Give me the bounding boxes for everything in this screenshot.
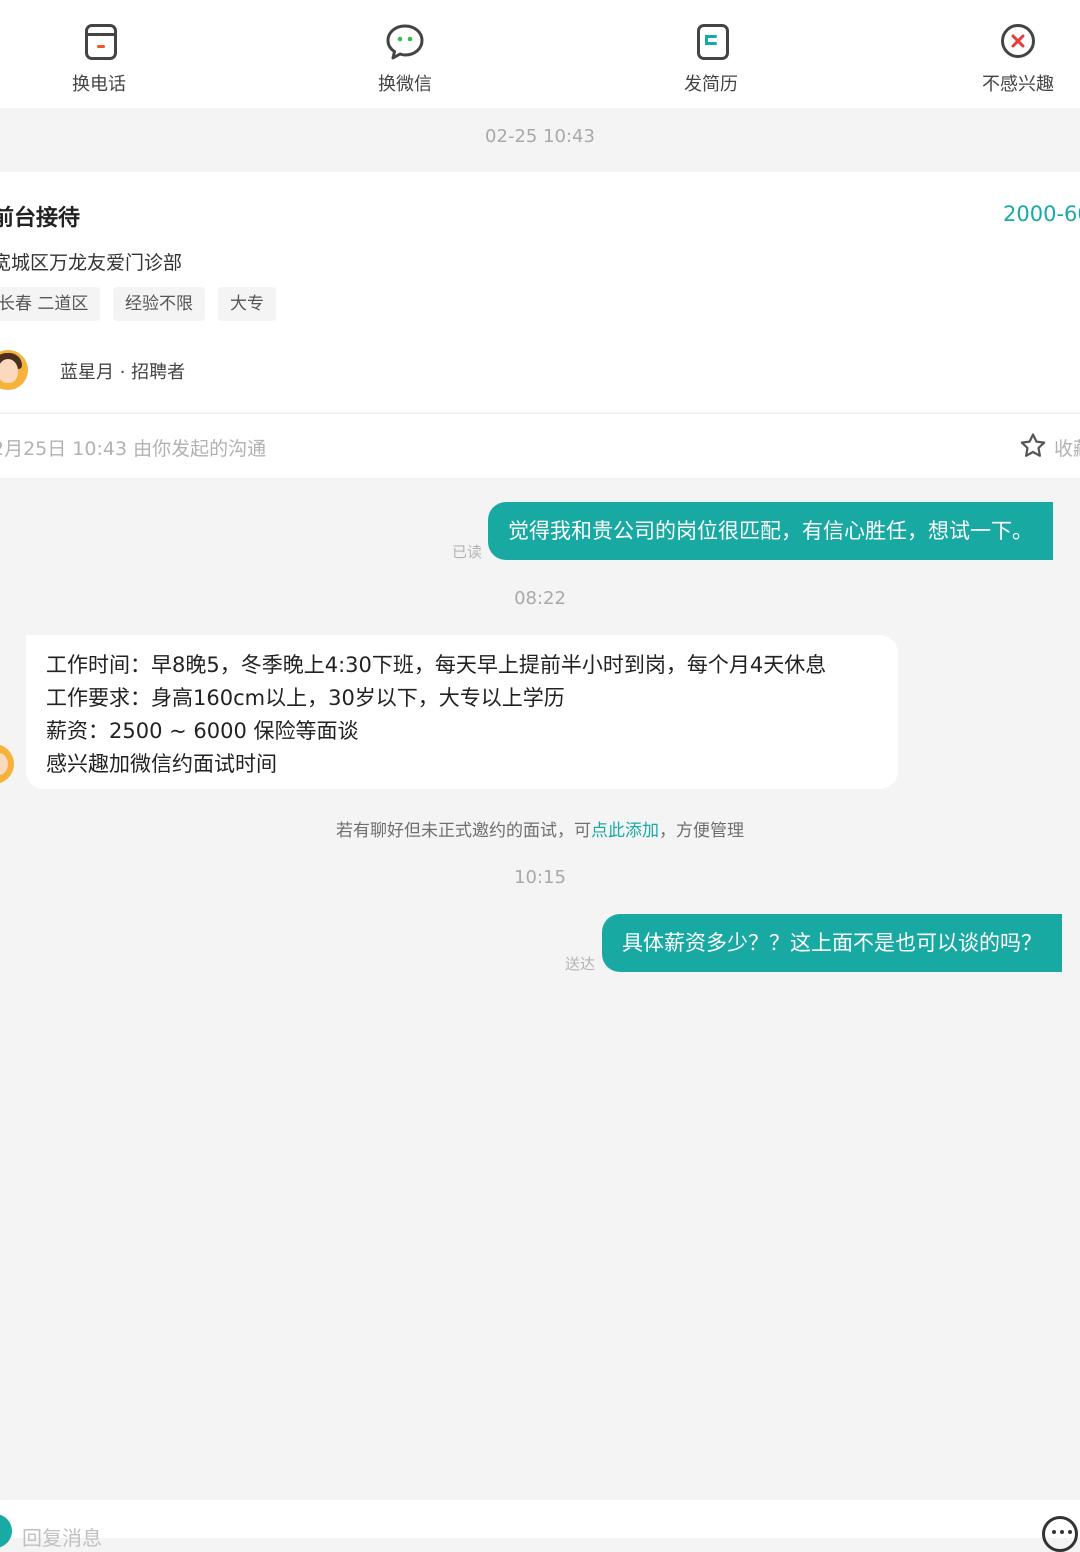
send-resume-button[interactable]: 发简历	[641, 22, 781, 96]
more-icon[interactable]	[1042, 1516, 1078, 1552]
job-tag-education: 大专	[218, 287, 276, 321]
recruiter-name: 蓝星月 · 招聘者	[60, 362, 186, 383]
job-title: 前台接待	[0, 206, 81, 231]
add-interview-link[interactable]: 点此添加	[591, 821, 659, 841]
not-interested-icon	[998, 22, 1038, 62]
action-bar: 换电话 换微信 发简历 不感兴趣	[0, 0, 1080, 108]
job-tag-experience: 经验不限	[113, 287, 205, 321]
sent-message-bubble[interactable]: 具体薪资多少？？这上面不是也可以谈的吗？	[602, 914, 1062, 972]
conversation-info-bar: 2月25日 10:43 由你发起的沟通 收藏	[0, 413, 1080, 478]
change-phone-label: 换电话	[72, 74, 126, 95]
change-wechat-button[interactable]: 换微信	[335, 22, 475, 96]
recruiter-avatar-small[interactable]	[0, 744, 14, 784]
message-line: 感兴趣加微信约面试时间	[46, 752, 277, 776]
message-line: 工作时间：早8晚5，冬季晚上4:30下班，每天早上提前半小时到岗，每个月4天休息	[46, 653, 827, 677]
change-wechat-label: 换微信	[378, 74, 432, 95]
job-tag-location: 长春 二道区	[0, 287, 101, 321]
resume-icon	[691, 22, 731, 62]
reply-input[interactable]: 回复消息	[22, 1522, 102, 1551]
job-company: 宽城区万龙友爱门诊部	[0, 252, 183, 274]
star-icon[interactable]	[1019, 432, 1047, 460]
wechat-icon	[385, 22, 425, 62]
sent-message-bubble[interactable]: 觉得我和贵公司的岗位很匹配，有信心胜任，想试一下。	[488, 502, 1053, 560]
conversation-start-text: 2月25日 10:43 由你发起的沟通	[0, 438, 267, 460]
phone-icon	[79, 22, 119, 62]
hint-text-before: 若有聊好但未正式邀约的面试，可	[336, 821, 591, 841]
send-resume-label: 发简历	[684, 74, 738, 95]
delivery-status: 送达	[565, 955, 596, 973]
not-interested-label: 不感兴趣	[982, 74, 1054, 95]
input-bar: 回复消息	[0, 1500, 1080, 1552]
change-phone-button[interactable]: 换电话	[29, 22, 169, 96]
read-status: 已读	[452, 543, 483, 561]
chat-timestamp: 10:15	[514, 867, 566, 888]
not-interested-button[interactable]: 不感兴趣	[948, 22, 1080, 96]
chat-timestamp: 02-25 10:43	[485, 126, 595, 147]
quick-reply-icon[interactable]	[0, 1514, 12, 1548]
recruiter-avatar[interactable]	[0, 350, 28, 390]
interview-hint: 若有聊好但未正式邀约的面试，可点此添加，方便管理	[0, 816, 1080, 841]
job-salary: 2000-6000	[1003, 202, 1080, 226]
message-line: 工作要求：身高160cm以上，30岁以下，大专以上学历	[46, 686, 565, 710]
message-line: 薪资：2500 ~ 6000 保险等面谈	[46, 719, 359, 743]
job-card[interactable]: 前台接待 2000-6000 宽城区万龙友爱门诊部 长春 二道区 经验不限 大专…	[0, 172, 1080, 412]
hint-text-after: ，方便管理	[659, 821, 744, 841]
collect-label[interactable]: 收藏	[1054, 434, 1080, 461]
received-message-bubble[interactable]: 工作时间：早8晚5，冬季晚上4:30下班，每天早上提前半小时到岗，每个月4天休息…	[26, 635, 898, 789]
chat-timestamp: 08:22	[514, 588, 566, 609]
